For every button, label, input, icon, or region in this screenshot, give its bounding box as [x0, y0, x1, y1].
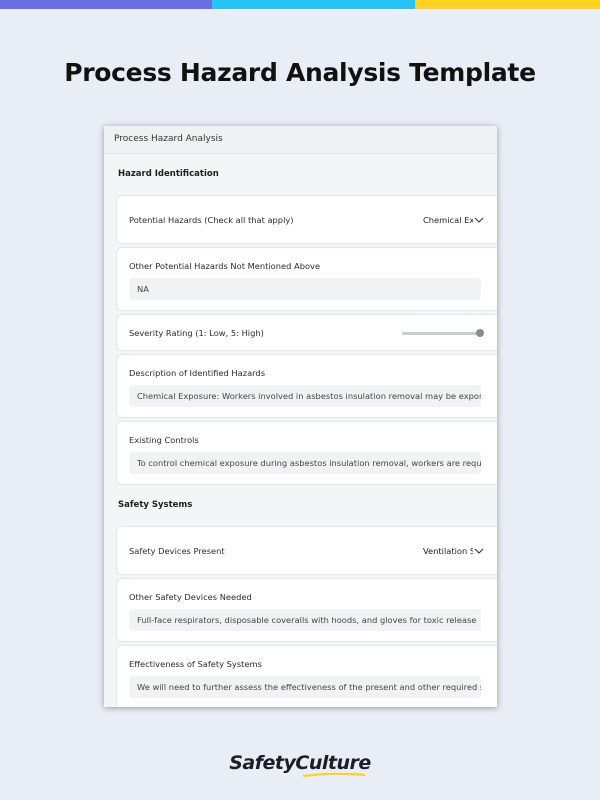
slider-fill	[402, 331, 480, 335]
effectiveness-card: Effectiveness of Safety Systems We will …	[116, 645, 497, 707]
potential-hazards-label: Potential Hazards (Check all that apply)	[129, 214, 294, 225]
top-bar-cyan	[212, 0, 415, 9]
top-color-bar	[0, 0, 600, 9]
section-title-safety-systems: Safety Systems	[118, 500, 193, 510]
existing-controls-label: Existing Controls	[129, 435, 199, 445]
section-title-hazard-identification: Hazard Identification	[118, 169, 219, 179]
safety-devices-card[interactable]: Safety Devices Present Ventilation Syste…	[116, 526, 497, 575]
slider-thumb[interactable]	[476, 328, 484, 337]
chevron-down-icon	[474, 217, 484, 223]
potential-hazards-value: Chemical Exposure	[423, 214, 473, 225]
other-hazards-input[interactable]: NA	[129, 278, 481, 300]
devices-needed-card: Other Safety Devices Needed Full-face re…	[116, 578, 497, 642]
severity-rating-label: Severity Rating (1: Low, 5: High)	[129, 327, 264, 338]
form-header: Process Hazard Analysis	[104, 126, 497, 154]
effectiveness-input[interactable]: We will need to further assess the effec…	[129, 676, 481, 698]
severity-rating-card: Severity Rating (1: Low, 5: High)	[116, 314, 497, 351]
logo-underline	[303, 773, 365, 777]
potential-hazards-select[interactable]: Chemical Exposure	[423, 215, 484, 225]
effectiveness-label: Effectiveness of Safety Systems	[129, 659, 262, 669]
description-label: Description of Identified Hazards	[129, 368, 266, 378]
devices-needed-input[interactable]: Full-face respirators, disposable covera…	[129, 609, 481, 631]
safety-devices-value: Ventilation Systems	[423, 545, 473, 556]
safety-devices-select[interactable]: Ventilation Systems	[423, 546, 484, 556]
potential-hazards-card[interactable]: Potential Hazards (Check all that apply)…	[116, 195, 497, 244]
form-window: Process Hazard Analysis Hazard Identific…	[104, 126, 497, 707]
devices-needed-label: Other Safety Devices Needed	[129, 592, 252, 602]
safety-devices-label: Safety Devices Present	[129, 545, 225, 556]
page-title: Process Hazard Analysis Template	[64, 58, 536, 87]
severity-rating-slider[interactable]	[402, 328, 484, 337]
other-hazards-card: Other Potential Hazards Not Mentioned Ab…	[116, 247, 497, 311]
top-bar-purple	[0, 0, 212, 9]
other-hazards-label: Other Potential Hazards Not Mentioned Ab…	[129, 261, 321, 271]
safetyculture-logo: SafetyCulture	[229, 752, 371, 774]
top-bar-yellow	[415, 0, 600, 9]
description-card: Description of Identified Hazards Chemic…	[116, 354, 497, 418]
description-input[interactable]: Chemical Exposure: Workers involved in a…	[129, 385, 481, 407]
existing-controls-input[interactable]: To control chemical exposure during asbe…	[129, 452, 481, 474]
existing-controls-card: Existing Controls To control chemical ex…	[116, 421, 497, 485]
chevron-down-icon	[474, 548, 484, 554]
